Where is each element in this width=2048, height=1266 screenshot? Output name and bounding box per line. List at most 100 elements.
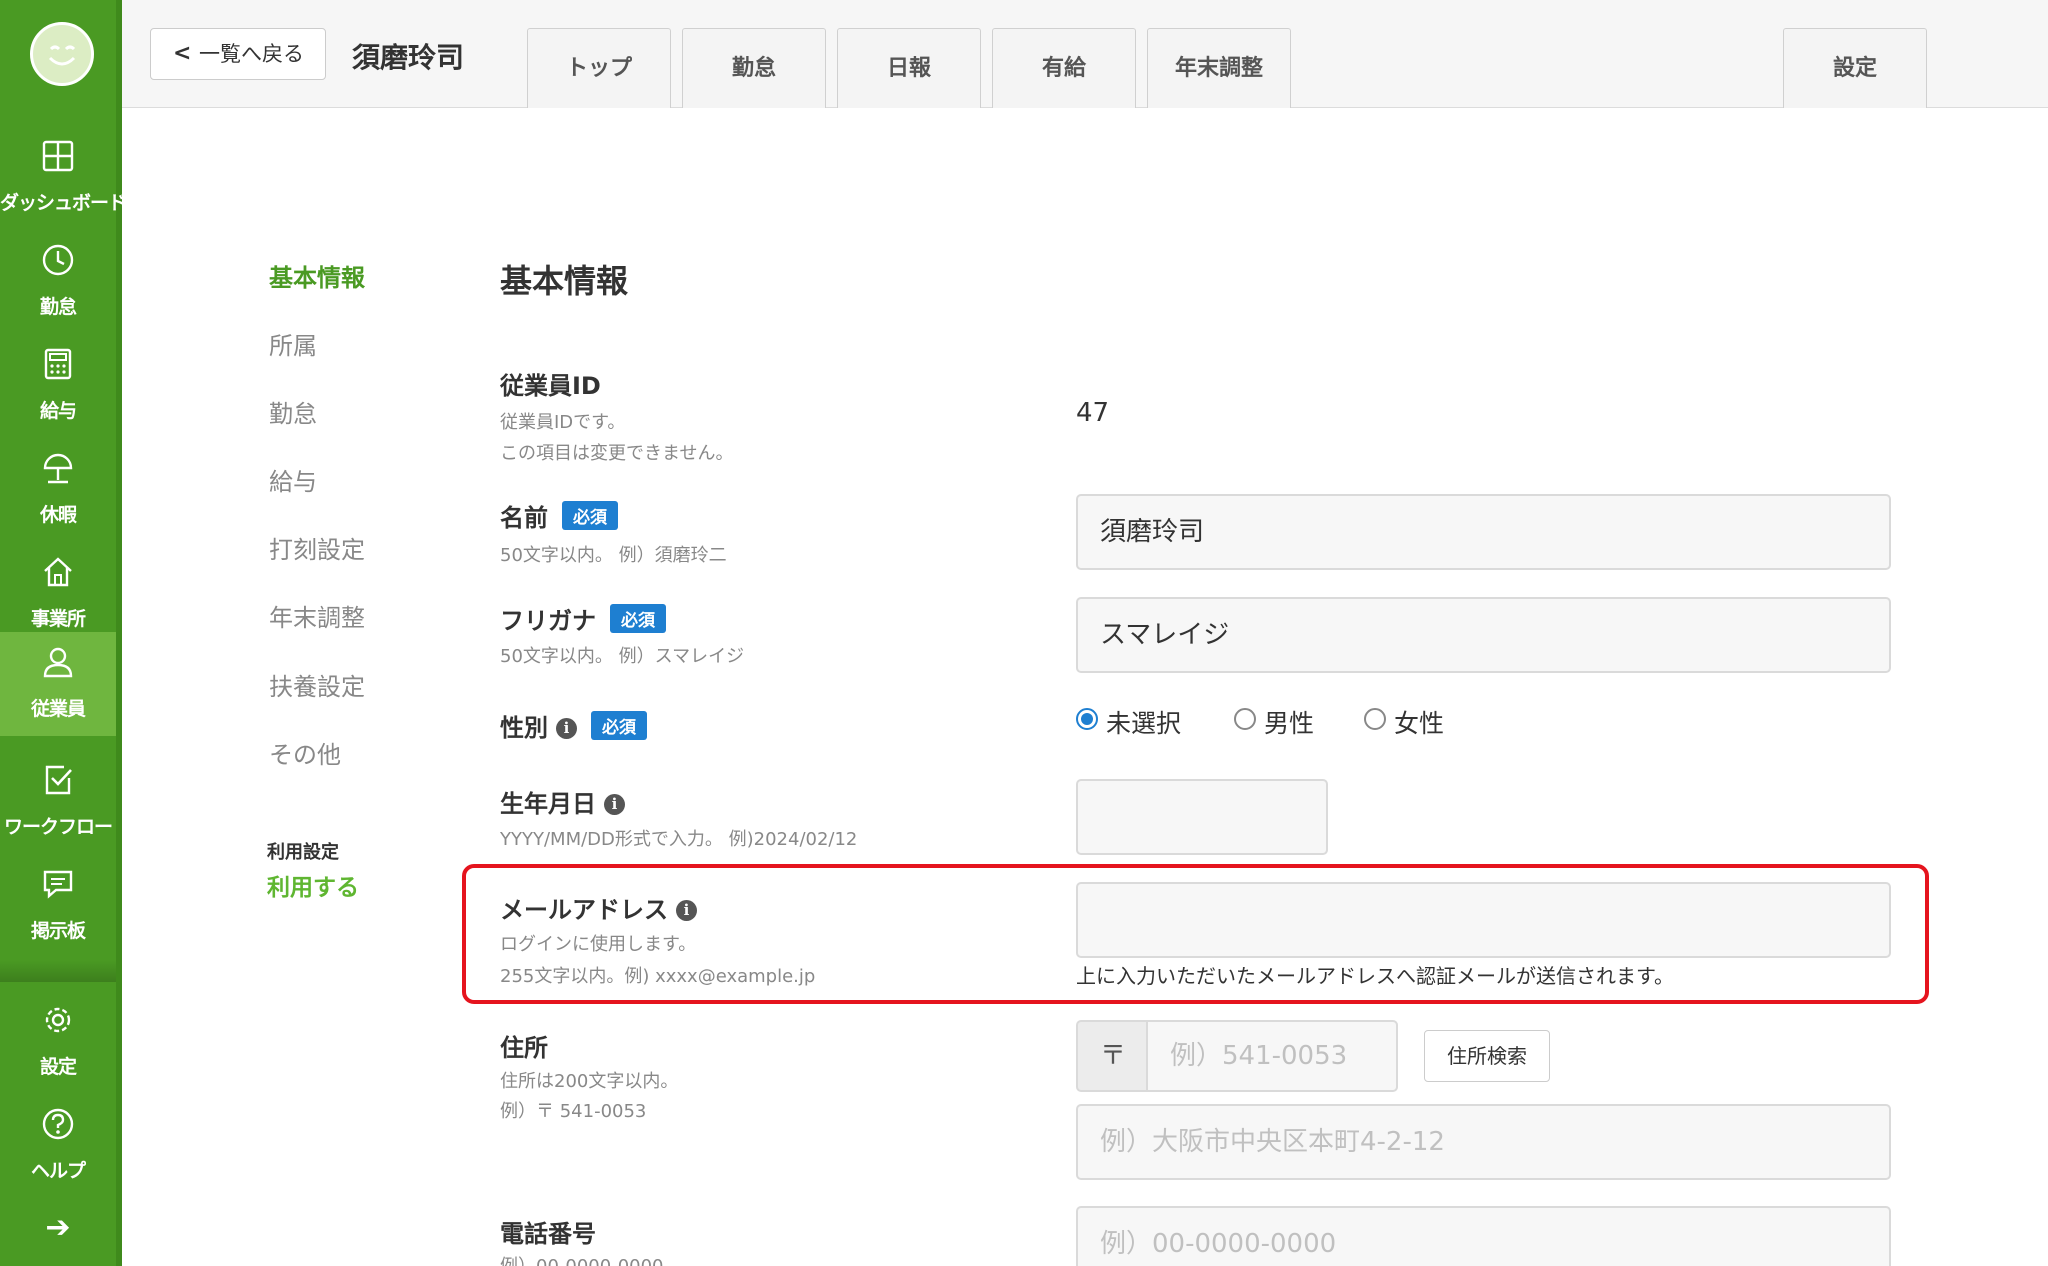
tab-settings[interactable]: 設定 [1783,28,1927,108]
info-icon[interactable]: i [676,900,697,921]
email-input[interactable] [1076,882,1891,958]
required-badge: 必須 [610,604,666,633]
sidebar-item-label: 休暇 [39,504,77,526]
email-label-text: メールアドレス [500,896,668,924]
clock-icon [42,244,74,276]
gear-icon [45,1007,71,1033]
required-badge: 必須 [562,501,618,530]
help-icon [42,1108,74,1140]
back-button-label: 一覧へ戻る [199,42,304,66]
birthday-help: YYYY/MM/DD形式で入力。 例)2024/02/12 [500,829,858,850]
back-to-list-button[interactable]: < 一覧へ戻る [150,28,326,80]
email-help: 255文字以内。例) xxxx@example.jp [500,966,816,987]
employee-id-help: 従業員IDです。 [500,412,626,433]
furigana-help: 50文字以内。 例）スマレイジ [500,646,745,667]
radio-dot [1234,708,1256,730]
subnav-payroll[interactable]: 給与 [269,462,317,497]
sidebar-item-label: 従業員 [30,698,86,720]
employee-id-help: この項目は変更できません。 [500,443,734,464]
usage-setting-title: 利用設定 [267,842,339,863]
subnav-dependents[interactable]: 扶養設定 [269,667,365,702]
subnav-clock-settings[interactable]: 打刻設定 [269,530,365,565]
radio-label: 女性 [1394,709,1445,738]
required-badge: 必須 [591,711,647,740]
subnav-attendance[interactable]: 勤怠 [269,394,317,429]
subnav-affiliation[interactable]: 所属 [269,326,317,361]
sidebar-item-payroll[interactable]: 給与 [0,334,116,438]
address-input[interactable]: 例）大阪市中央区本町4-2-12 [1076,1104,1891,1180]
sidebar-item-label: 掲示板 [30,920,86,942]
sidebar-item-leave[interactable]: 休暇 [0,438,116,542]
workflow-icon [45,765,72,795]
email-notice: 上に入力いただいたメールアドレスへ認証メールが送信されます。 [1076,964,1674,988]
radio-dot [1076,708,1098,730]
message-icon [43,870,73,899]
email-help: ログインに使用します。 [500,934,697,955]
name-input[interactable]: 須磨玲司 [1076,494,1891,570]
furigana-input[interactable]: スマレイジ [1076,597,1891,673]
subnav-year-end[interactable]: 年末調整 [269,598,365,633]
sidebar-item-label: 設定 [39,1056,77,1078]
radio-label: 未選択 [1106,709,1182,738]
gender-label-text: 性別 [500,714,548,742]
birthday-input[interactable] [1076,779,1328,855]
sidebar-item-label: ワークフロー [3,816,113,838]
address-help: 例）〒 541-0053 [500,1101,647,1122]
phone-help: 例）00-0000-0000 [500,1252,664,1266]
radio-dot [1364,708,1386,730]
address-search-button[interactable]: 住所検索 [1424,1030,1550,1082]
usage-setting-value: 利用する [267,875,359,901]
name-label: 名前 必須 [500,498,618,533]
tab-attendance[interactable]: 勤怠 [682,28,826,108]
radio-label: 男性 [1264,709,1315,738]
name-label-text: 名前 [500,504,548,532]
top-bar: < 一覧へ戻る 須磨玲司 トップ 勤怠 日報 有給 年末調整 設定 [122,0,2048,108]
tab-top[interactable]: トップ [527,28,671,108]
section-title: 基本情報 [500,262,629,300]
user-icon [43,647,73,678]
zip-prefix: 〒 [1076,1020,1148,1092]
name-help: 50文字以内。 例）須磨玲二 [500,545,727,566]
phone-label: 電話番号 [500,1220,596,1248]
subnav-basic-info[interactable]: 基本情報 [269,258,365,293]
sidebar-item-label: 勤怠 [39,296,77,318]
sidebar-edge [116,0,122,1266]
sidebar: ダッシュボード 勤怠 給与 休暇 事業所 従業員 ワークフロー 掲示板 設定 ヘ… [0,0,127,1266]
tab-daily-report[interactable]: 日報 [837,28,981,108]
sidebar-item-workflow[interactable]: ワークフロー [0,750,116,854]
sidebar-item-employees[interactable]: 従業員 [0,632,116,736]
info-icon[interactable]: i [556,718,577,739]
sidebar-item-label: 事業所 [30,608,86,630]
employee-name: 須磨玲司 [352,41,465,74]
sidebar-item-office[interactable]: 事業所 [0,542,116,646]
chevron-left-icon: < [173,41,192,66]
dashboard-icon [42,140,74,172]
umbrella-icon [43,453,73,484]
employee-id-label: 従業員ID [500,372,601,400]
tab-paid-leave[interactable]: 有給 [992,28,1136,108]
birthday-label: 生年月日 i [500,784,625,819]
sidebar-item-dashboard[interactable]: ダッシュボード [0,126,127,230]
sidebar-item-board[interactable]: 掲示板 [0,854,116,958]
sidebar-divider [0,960,116,982]
tab-year-end[interactable]: 年末調整 [1147,28,1291,108]
sidebar-item-label: ダッシュボード [0,192,127,214]
phone-input[interactable]: 例）00-0000-0000 [1076,1206,1891,1266]
sidebar-item-help[interactable]: ヘルプ [0,1094,116,1198]
arrow-right-icon[interactable]: ➔ [0,1210,116,1250]
logo-icon[interactable] [30,22,94,86]
zip-input[interactable]: 例）541-0053 [1146,1020,1398,1092]
calculator-icon [44,348,72,380]
sidebar-item-label: 給与 [39,400,77,422]
info-icon[interactable]: i [604,794,625,815]
employee-id-value: 47 [1076,398,1110,428]
address-label: 住所 [500,1034,548,1062]
furigana-label: フリガナ 必須 [500,601,666,636]
subnav-other[interactable]: その他 [269,735,341,770]
birthday-label-text: 生年月日 [500,790,596,818]
sidebar-item-attendance[interactable]: 勤怠 [0,230,116,334]
gender-label: 性別 i 必須 [500,708,647,743]
sidebar-item-settings[interactable]: 設定 [0,990,116,1094]
sidebar-item-label: ヘルプ [30,1160,86,1182]
address-help: 住所は200文字以内。 [500,1071,679,1092]
